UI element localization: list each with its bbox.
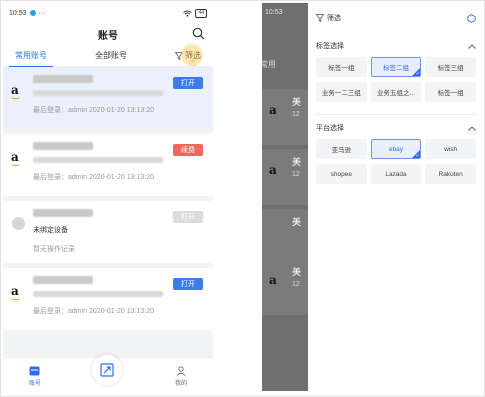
reset-icon[interactable] bbox=[467, 13, 476, 23]
wifi-icon bbox=[183, 9, 193, 17]
dimmed-number: 12 bbox=[292, 281, 300, 288]
operation-record: 暂无操作记录 bbox=[33, 246, 75, 253]
tag-chip[interactable]: 业务一二三组 bbox=[316, 82, 367, 102]
dimmed-card: a 美 12 bbox=[262, 89, 308, 145]
page-title: 账号 bbox=[98, 30, 118, 42]
account-info-redacted bbox=[33, 157, 163, 163]
account-card[interactable]: a 最后登录：admin 2020-01-20 13:13:20 打开 bbox=[3, 67, 213, 129]
platform-chip[interactable]: Lazada bbox=[370, 164, 422, 184]
amazon-logo-icon: a bbox=[269, 273, 277, 287]
tag-section-title: 标签选择 bbox=[316, 43, 344, 50]
expand-icon bbox=[100, 363, 114, 377]
tab-common-accounts[interactable]: 常用账号 bbox=[9, 50, 53, 68]
account-name-redacted bbox=[33, 75, 93, 83]
nav-bar: 账号 bbox=[3, 23, 213, 45]
user-icon bbox=[176, 366, 186, 376]
platform-chip-selected[interactable]: ebay ✓ bbox=[370, 139, 422, 159]
platform-section-title: 平台选择 bbox=[316, 125, 344, 132]
platform-chip[interactable]: Rakuten bbox=[425, 164, 476, 184]
tab-all-accounts[interactable]: 全部账号 bbox=[95, 50, 127, 61]
status-bar: 10:53 ··· 44 bbox=[3, 3, 213, 23]
center-action-button[interactable] bbox=[92, 355, 122, 385]
amazon-logo-icon: a bbox=[269, 163, 277, 177]
dimmed-initial: 美 bbox=[292, 157, 302, 167]
account-name-redacted bbox=[33, 209, 93, 217]
left-phone-screen: 10:53··· 44 账号 常用账号 全部账号 筛选 ☝ a 最后登录：ad bbox=[3, 3, 213, 391]
account-card[interactable]: a 最后登录：admin 2020-01-20 13:13:20 续费 bbox=[3, 134, 213, 196]
placeholder-avatar-icon bbox=[12, 217, 25, 230]
amazon-logo-icon: a bbox=[11, 284, 20, 300]
chevron-up-icon[interactable] bbox=[468, 125, 476, 131]
platform-grid: 亚马逊 ebay ✓ wish shopee Lazada Rakuten bbox=[316, 139, 476, 184]
filter-icon bbox=[316, 14, 324, 22]
canvas: 10:53··· 44 账号 常用账号 全部账号 筛选 ☝ a 最后登录：ad bbox=[0, 0, 485, 397]
drawer-title: 筛选 bbox=[327, 15, 341, 22]
account-info-redacted bbox=[33, 90, 163, 96]
amazon-logo-icon: a bbox=[11, 150, 20, 166]
platform-chip[interactable]: 亚马逊 bbox=[316, 139, 367, 159]
right-phone-screen: 10:53 常用 a 美 12 a 美 12 美 a 美 12 筛选 标签选择 标签一组 标… bbox=[262, 3, 484, 391]
amazon-logo-icon: a bbox=[11, 83, 20, 99]
filter-drawer: 筛选 标签选择 标签一组 标签二组 ✓ 标签三组 业务一二三组 业务五组之... … bbox=[308, 3, 484, 391]
platform-chip[interactable]: shopee bbox=[316, 164, 367, 184]
dimmed-card: 美 bbox=[262, 209, 308, 265]
bottom-tab-mine-label: 我的 bbox=[174, 381, 187, 387]
tab-bar: 常用账号 全部账号 筛选 ☝ bbox=[3, 44, 213, 69]
open-button[interactable]: 打开 bbox=[173, 77, 203, 89]
tag-chip[interactable]: 标签一组 bbox=[316, 57, 367, 77]
amazon-logo-icon: a bbox=[269, 103, 277, 117]
tab-common-dimmed: 常用 bbox=[262, 60, 276, 69]
bottom-tab-accounts[interactable]: 账号 bbox=[29, 366, 41, 387]
tag-chip[interactable]: 业务五组之... bbox=[370, 82, 422, 102]
filter-button[interactable]: 筛选 ☝ bbox=[175, 44, 203, 69]
status-time: 10:53 bbox=[9, 9, 27, 17]
dimmed-card: a 美 12 bbox=[262, 259, 308, 315]
accounts-icon bbox=[29, 366, 40, 376]
check-icon: ✓ bbox=[415, 153, 420, 159]
open-button-disabled: 打开 bbox=[173, 211, 203, 223]
dimmed-number: 12 bbox=[292, 111, 300, 118]
renew-button[interactable]: 续费 bbox=[173, 144, 203, 156]
bottom-tab-accounts-label: 账号 bbox=[28, 381, 41, 387]
tag-chip-selected[interactable]: 标签二组 ✓ bbox=[370, 57, 422, 77]
dimmed-number: 12 bbox=[292, 171, 300, 178]
bottom-tab-mine[interactable]: 我的 bbox=[175, 366, 187, 387]
status-time-dimmed: 10:53 bbox=[265, 9, 283, 16]
platform-chip[interactable]: wish bbox=[425, 139, 476, 159]
account-card[interactable]: 未绑定设备 暂无操作记录 打开 bbox=[3, 201, 213, 263]
tag-chip[interactable]: 标签一组 bbox=[425, 82, 476, 102]
last-login: 最后登录：admin 2020-01-20 13:13:20 bbox=[33, 308, 155, 315]
platform-section-header[interactable]: 平台选择 bbox=[316, 121, 476, 135]
account-info-redacted bbox=[33, 291, 163, 297]
check-icon: ✓ bbox=[415, 71, 420, 77]
drawer-header: 筛选 bbox=[316, 3, 476, 33]
search-icon[interactable] bbox=[192, 27, 205, 40]
account-name-redacted bbox=[33, 142, 93, 150]
dimmed-initial: 美 bbox=[292, 217, 302, 227]
account-name-redacted bbox=[33, 276, 93, 284]
chevron-up-icon[interactable] bbox=[468, 43, 476, 49]
last-login: 最后登录：admin 2020-01-20 13:13:20 bbox=[33, 107, 155, 114]
tag-grid: 标签一组 标签二组 ✓ 标签三组 业务一二三组 业务五组之... 标签一组 bbox=[316, 57, 476, 102]
dimmed-initial: 美 bbox=[292, 97, 302, 107]
account-card[interactable]: a 最后登录：admin 2020-01-20 13:13:20 打开 bbox=[3, 268, 213, 330]
device-status: 未绑定设备 bbox=[33, 227, 68, 234]
open-button[interactable]: 打开 bbox=[173, 278, 203, 290]
divider bbox=[316, 114, 476, 115]
battery-indicator: 44 bbox=[195, 8, 207, 18]
last-login: 最后登录：admin 2020-01-20 13:13:20 bbox=[33, 174, 155, 181]
tag-chip[interactable]: 标签三组 bbox=[425, 57, 476, 77]
tag-section-header[interactable]: 标签选择 bbox=[316, 39, 476, 53]
dimmed-card: a 美 12 bbox=[262, 149, 308, 205]
dimmed-initial: 美 bbox=[292, 267, 302, 277]
dimmed-background[interactable]: 10:53 常用 a 美 12 a 美 12 美 a 美 12 bbox=[262, 3, 308, 391]
notification-icon bbox=[29, 10, 36, 16]
